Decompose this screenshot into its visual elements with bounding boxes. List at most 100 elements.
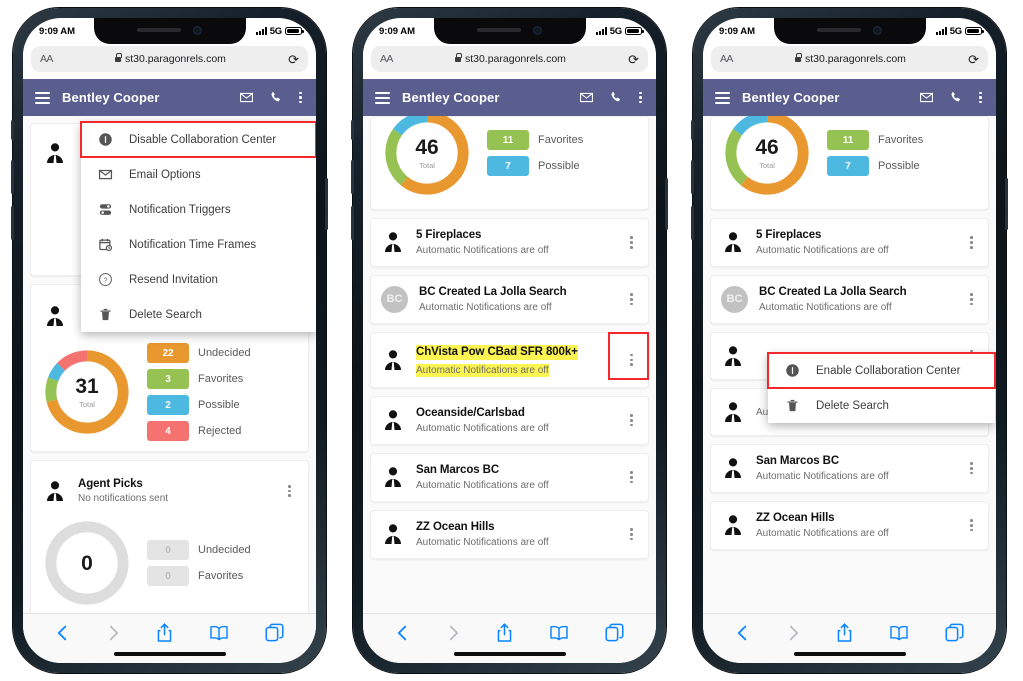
search-row-item[interactable]: San Marcos BC Automatic Notifications ar… <box>370 452 649 502</box>
search-row-item[interactable]: BC BC Created La Jolla Search Automatic … <box>710 274 989 324</box>
svg-text:?: ? <box>104 277 108 284</box>
menu-item-email-options[interactable]: Email Options <box>81 157 316 192</box>
power-button[interactable] <box>1005 178 1008 230</box>
address-bar[interactable]: AA st30.paragonrels.com ⟳ <box>711 46 988 72</box>
row-overflow-icon[interactable] <box>623 232 640 252</box>
app-header-actions <box>579 90 644 105</box>
text-size-button[interactable]: AA <box>380 53 393 65</box>
hamburger-icon[interactable] <box>715 91 730 104</box>
menu-item-notification-triggers[interactable]: Notification Triggers <box>81 192 316 227</box>
kebab-menu-icon[interactable] <box>977 91 984 104</box>
reload-icon[interactable]: ⟳ <box>288 53 299 66</box>
address-bar[interactable]: AA st30.paragonrels.com ⟳ <box>371 46 648 72</box>
hamburger-icon[interactable] <box>375 91 390 104</box>
url-display[interactable]: st30.paragonrels.com <box>733 53 968 65</box>
notch <box>93 18 246 44</box>
row-overflow-icon[interactable] <box>623 467 640 487</box>
row-overflow-icon[interactable] <box>623 289 640 309</box>
power-button[interactable] <box>325 178 328 230</box>
volume-down-button[interactable] <box>11 206 14 240</box>
search-row-item[interactable]: ZZ Ocean Hills Automatic Notifications a… <box>710 500 989 550</box>
app-header-3: Bentley Cooper <box>703 79 996 116</box>
search-row-item[interactable]: San Marcos BC Automatic Notifications ar… <box>710 443 989 493</box>
menu-item-enable-collaboration-center[interactable]: Enable Collaboration Center <box>767 352 996 389</box>
donut-chart-46: 46 Total <box>381 116 473 199</box>
mute-switch[interactable] <box>351 120 354 140</box>
row-overflow-icon[interactable] <box>963 515 980 535</box>
phone-icon[interactable] <box>948 90 963 105</box>
row-overflow-icon[interactable] <box>623 410 640 430</box>
row-overflow-icon[interactable] <box>623 350 640 370</box>
legend-label: Undecided <box>198 544 251 556</box>
menu-item-delete-search[interactable]: Delete Search <box>768 388 995 423</box>
phone-icon[interactable] <box>268 90 283 105</box>
notch <box>433 18 586 44</box>
share-icon[interactable] <box>836 622 853 643</box>
phone-icon[interactable] <box>608 90 623 105</box>
bookmarks-icon[interactable] <box>209 624 229 642</box>
row-title: BC Created La Jolla Search <box>419 285 567 298</box>
card-overflow-icon[interactable] <box>281 481 298 501</box>
url-text: st30.paragonrels.com <box>804 53 906 65</box>
row-overflow-icon[interactable] <box>963 232 980 252</box>
volume-up-button[interactable] <box>351 160 354 194</box>
bookmarks-icon[interactable] <box>889 624 909 642</box>
kebab-menu-icon[interactable] <box>637 91 644 104</box>
row-title: San Marcos BC <box>416 463 500 476</box>
row-overflow-icon[interactable] <box>623 524 640 544</box>
battery-icon <box>965 26 984 36</box>
row-overflow-icon[interactable] <box>963 289 980 309</box>
reload-icon[interactable]: ⟳ <box>628 53 639 66</box>
bookmarks-icon[interactable] <box>549 624 569 642</box>
menu-item-notification-time-frames[interactable]: Notification Time Frames <box>81 227 316 262</box>
tabs-icon[interactable] <box>265 623 284 642</box>
text-size-button[interactable]: AA <box>720 53 733 65</box>
menu-item-resend-invitation[interactable]: ? Resend Invitation <box>81 262 316 297</box>
share-icon[interactable] <box>496 622 513 643</box>
agent-avatar-icon <box>385 350 401 370</box>
mail-icon[interactable] <box>919 90 934 105</box>
mute-switch[interactable] <box>11 120 14 140</box>
legend-row: 11 Favorites <box>487 130 583 150</box>
menu-item-disable-collaboration-center[interactable]: Disable Collaboration Center <box>80 121 316 158</box>
hamburger-icon[interactable] <box>35 91 50 104</box>
front-camera-icon <box>533 25 542 35</box>
status-time: 9:09 AM <box>719 25 756 37</box>
agent-avatar-icon <box>725 232 741 253</box>
volume-up-button[interactable] <box>691 160 694 194</box>
context-menu-1[interactable]: Disable Collaboration Center Email Optio… <box>80 121 316 332</box>
volume-down-button[interactable] <box>351 206 354 240</box>
row-subtitle: Automatic Notifications are off <box>759 301 892 313</box>
search-row-item[interactable]: ZZ Ocean Hills Automatic Notifications a… <box>370 509 649 559</box>
tabs-icon[interactable] <box>945 623 964 642</box>
share-icon[interactable] <box>156 622 173 643</box>
legend-label: Favorites <box>538 134 584 146</box>
power-button[interactable] <box>665 178 668 230</box>
search-row-item[interactable]: Oceanside/Carlsbad Automatic Notificatio… <box>370 395 649 445</box>
search-row-item-highlighted[interactable]: ChVista Pow CBad SFR 800k+ Automatic Not… <box>370 331 649 388</box>
search-row-item[interactable]: BC BC Created La Jolla Search Automatic … <box>370 274 649 324</box>
volume-up-button[interactable] <box>11 160 14 194</box>
tabs-icon[interactable] <box>605 623 624 642</box>
menu-item-delete-search[interactable]: Delete Search <box>81 297 316 332</box>
front-camera-icon <box>873 25 882 35</box>
mute-switch[interactable] <box>691 120 694 140</box>
row-overflow-icon[interactable] <box>963 458 980 478</box>
address-bar[interactable]: AA st30.paragonrels.com ⟳ <box>31 46 308 72</box>
context-menu-3[interactable]: Enable Collaboration Center Delete Searc… <box>767 352 996 423</box>
kebab-menu-icon[interactable] <box>297 91 304 104</box>
reload-icon[interactable]: ⟳ <box>968 53 979 66</box>
back-icon[interactable] <box>735 623 750 643</box>
mail-icon[interactable] <box>579 90 594 105</box>
url-display[interactable]: st30.paragonrels.com <box>393 53 628 65</box>
search-row-item[interactable]: 5 Fireplaces Automatic Notifications are… <box>710 218 989 267</box>
row-subtitle: Automatic Notifications are off <box>416 479 549 491</box>
text-size-button[interactable]: AA <box>40 53 53 65</box>
url-display[interactable]: st30.paragonrels.com <box>53 53 288 65</box>
search-row-item[interactable]: 5 Fireplaces Automatic Notifications are… <box>370 218 649 267</box>
back-icon[interactable] <box>395 623 410 643</box>
mail-icon[interactable] <box>239 90 254 105</box>
volume-down-button[interactable] <box>691 206 694 240</box>
back-icon[interactable] <box>55 623 70 643</box>
menu-item-label: Delete Search <box>129 308 202 321</box>
